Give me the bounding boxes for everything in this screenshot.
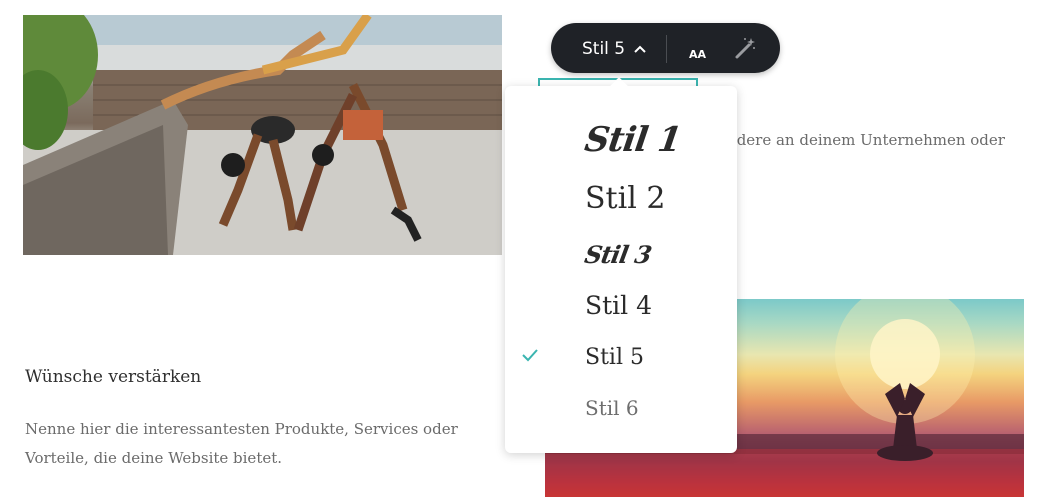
style-dropdown-menu: Stil 1 Stil 2 Stil 3 Stil 4 Stil 5 Stil … xyxy=(505,86,737,453)
style-option-4[interactable]: Stil 4 xyxy=(505,280,737,330)
style-select-button[interactable]: Stil 5 xyxy=(582,37,647,61)
style-select-label: Stil 5 xyxy=(582,39,626,59)
style-option-label: Stil 1 xyxy=(582,120,684,160)
style-option-label: Stil 5 xyxy=(585,344,644,370)
style-option-1[interactable]: Stil 1 xyxy=(505,115,737,165)
style-option-label: Stil 4 xyxy=(585,290,653,320)
section-body-text: Nenne hier die interessantesten Produkte… xyxy=(25,420,458,467)
style-option-label: Stil 3 xyxy=(582,239,654,269)
magic-wand-button[interactable] xyxy=(733,36,757,60)
style-option-3[interactable]: Stil 3 xyxy=(505,229,737,279)
section-heading: Wünsche verstärken xyxy=(25,367,202,387)
style-option-6[interactable]: Stil 6 xyxy=(505,383,737,433)
font-size-button[interactable]: AA xyxy=(689,38,713,60)
style-option-5[interactable]: Stil 5 xyxy=(505,332,737,382)
style-option-label: Stil 2 xyxy=(585,180,666,216)
style-option-2[interactable]: Stil 2 xyxy=(505,173,737,223)
partial-body-text: ondere an deinem Unternehmen oder xyxy=(718,131,1005,149)
toolbar-divider xyxy=(666,35,667,63)
style-option-label: Stil 6 xyxy=(585,396,639,420)
chevron-up-icon xyxy=(633,39,647,59)
magic-wand-icon xyxy=(733,38,757,64)
checkmark-icon xyxy=(521,346,539,364)
font-size-icon: AA xyxy=(689,48,707,61)
yoga-couple-photo xyxy=(23,15,502,255)
